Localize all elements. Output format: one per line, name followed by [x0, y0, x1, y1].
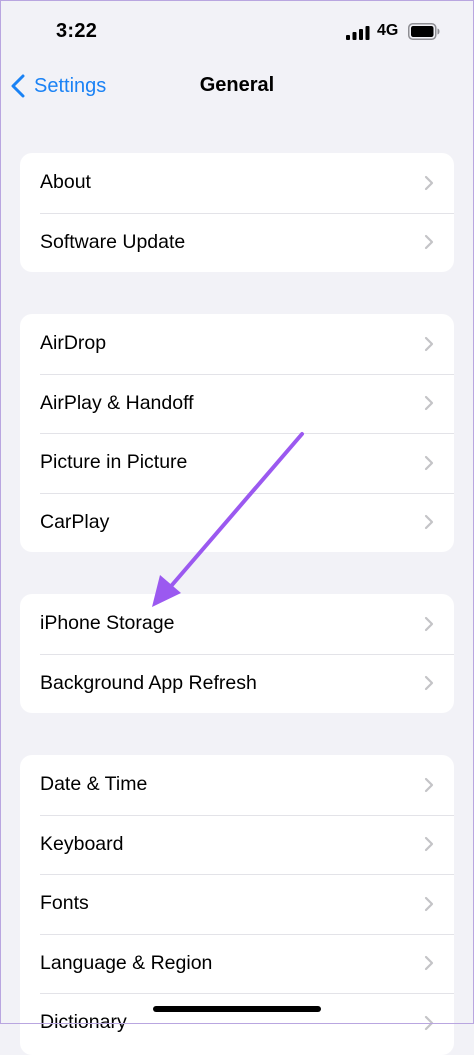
row-language-region[interactable]: Language & Region [20, 933, 454, 994]
battery-icon [408, 23, 440, 40]
navigation-bar: Settings General [0, 64, 474, 108]
row-label: Language & Region [40, 951, 213, 974]
chevron-right-icon [424, 896, 434, 911]
row-picture-in-picture[interactable]: Picture in Picture [20, 433, 454, 493]
chevron-right-icon [424, 1015, 434, 1030]
row-airplay-handoff[interactable]: AirPlay & Handoff [20, 373, 454, 434]
row-airdrop[interactable]: AirDrop [20, 314, 454, 374]
row-label: Software Update [40, 230, 186, 253]
chevron-right-icon [424, 336, 434, 351]
chevron-right-icon [424, 235, 434, 250]
row-keyboard[interactable]: Keyboard [20, 814, 454, 875]
page-title: General [199, 74, 275, 96]
chevron-right-icon [424, 777, 434, 792]
chevron-right-icon [424, 515, 434, 530]
cellular-signal-icon [346, 26, 370, 40]
row-label: Keyboard [40, 832, 124, 855]
row-label: iPhone Storage [40, 612, 175, 635]
home-indicator [153, 1006, 321, 1012]
row-label: AirPlay & Handoff [40, 391, 194, 414]
row-label: CarPlay [40, 510, 110, 533]
chevron-right-icon [424, 956, 434, 971]
chevron-right-icon [424, 837, 434, 852]
row-background-app-refresh[interactable]: Background App Refresh [20, 653, 454, 714]
row-iphone-storage[interactable]: iPhone Storage [20, 594, 454, 654]
chevron-right-icon [424, 175, 434, 190]
chevron-right-icon [424, 676, 434, 691]
chevron-right-icon [424, 616, 434, 631]
row-fonts[interactable]: Fonts [20, 874, 454, 934]
chevron-right-icon [424, 455, 434, 470]
network-type: 4G [377, 22, 399, 39]
row-label: Picture in Picture [40, 451, 188, 474]
row-dictionary[interactable]: Dictionary [20, 993, 454, 1053]
settings-group-about: About Software Update [20, 153, 454, 272]
row-label: AirDrop [40, 332, 107, 355]
row-label: Date & Time [40, 773, 148, 796]
settings-group-storage: iPhone Storage Background App Refresh [20, 594, 454, 713]
row-carplay[interactable]: CarPlay [20, 492, 454, 553]
chevron-right-icon [424, 396, 434, 411]
row-date-time[interactable]: Date & Time [20, 755, 454, 815]
row-about[interactable]: About [20, 153, 454, 213]
settings-group-connectivity: AirDrop AirPlay & Handoff Picture in Pic… [20, 314, 454, 552]
row-software-update[interactable]: Software Update [20, 212, 454, 273]
row-label: About [40, 171, 91, 194]
row-label: Background App Refresh [40, 671, 257, 694]
status-time: 3:22 [56, 20, 98, 42]
status-bar: 3:22 4G [0, 0, 474, 64]
row-label: Dictionary [40, 1011, 127, 1034]
row-label: Fonts [40, 892, 89, 915]
